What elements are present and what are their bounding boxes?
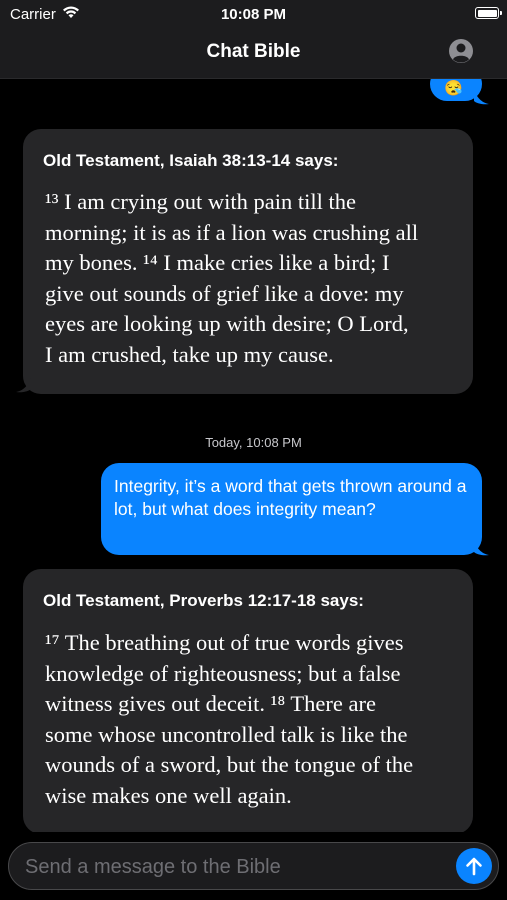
arrow-up-icon bbox=[466, 857, 482, 876]
verse-text: ¹⁷ The breathing out of true words gives… bbox=[45, 630, 414, 808]
verse-reference: Old Testament, Proverbs 12:17-18 says: bbox=[43, 591, 364, 610]
message-input-container bbox=[8, 842, 499, 890]
bubble-tail bbox=[474, 89, 489, 105]
message-text: Integrity, it’s a word that gets thrown … bbox=[114, 476, 467, 519]
chat-thread[interactable]: 😪 Old Testament, Isaiah 38:13-14 says: ¹… bbox=[0, 79, 507, 832]
verse-reference: Old Testament, Isaiah 38:13-14 says: bbox=[43, 151, 339, 170]
person-circle-icon[interactable] bbox=[448, 38, 474, 64]
message-input[interactable] bbox=[23, 851, 447, 883]
bubble-tail bbox=[16, 377, 31, 393]
status-time: 10:08 PM bbox=[220, 6, 287, 23]
incoming-message-bubble[interactable]: Old Testament, Proverbs 12:17-18 says: ¹… bbox=[23, 569, 473, 832]
page-title: Chat Bible bbox=[206, 41, 301, 62]
send-button[interactable] bbox=[456, 848, 492, 884]
outgoing-message-bubble[interactable]: Integrity, it’s a word that gets thrown … bbox=[101, 463, 482, 555]
message-timestamp: Today, 10:08 PM bbox=[205, 435, 302, 450]
incoming-message-bubble[interactable]: Old Testament, Isaiah 38:13-14 says: ¹³ … bbox=[23, 129, 473, 394]
verse-text: ¹³ I am crying out with pain till the mo… bbox=[45, 189, 419, 367]
status-bar: Carrier 10:08 PM bbox=[0, 0, 507, 28]
message-composer bbox=[0, 832, 507, 900]
message-text: 😪 bbox=[444, 80, 463, 97]
nav-bar: Chat Bible bbox=[0, 28, 507, 79]
bubble-tail bbox=[474, 540, 489, 556]
battery-icon bbox=[475, 7, 502, 19]
